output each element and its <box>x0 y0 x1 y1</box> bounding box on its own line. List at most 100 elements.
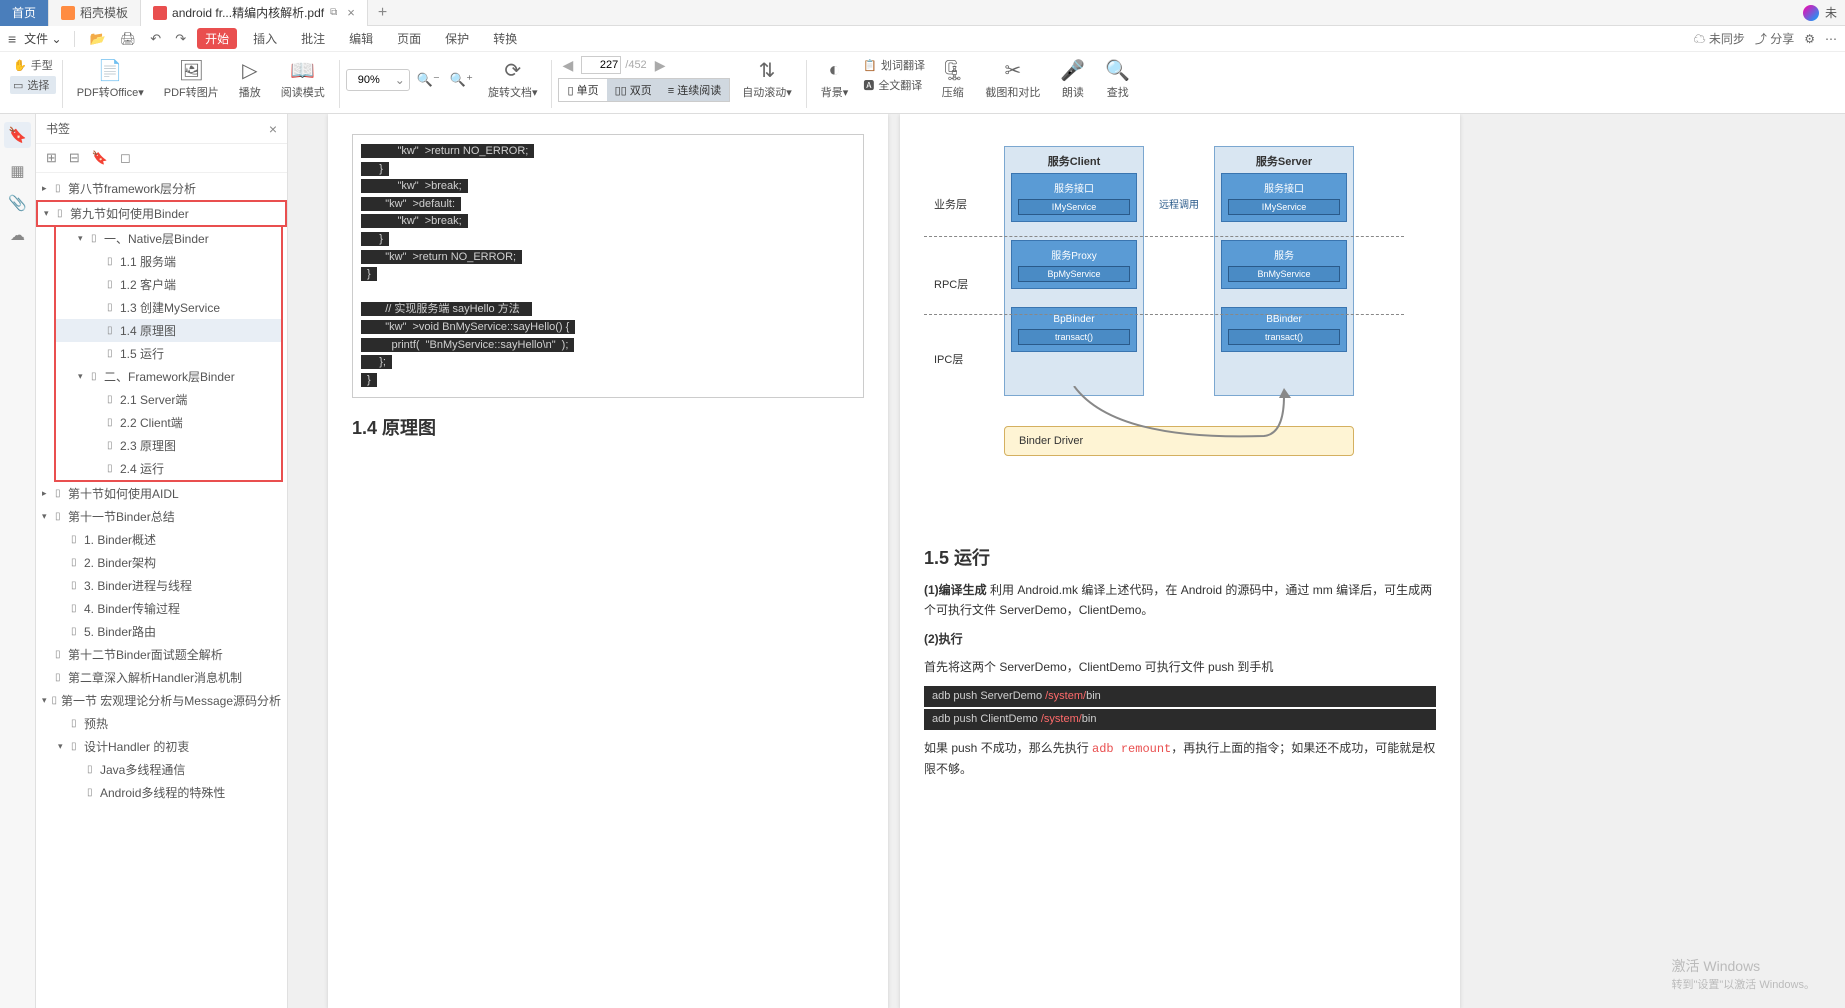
remote-call-label: 远程调用 <box>1159 196 1199 211</box>
thumbnail-icon[interactable]: ▦ <box>10 162 24 180</box>
read-mode[interactable]: 📖阅读模式 <box>273 56 333 102</box>
tree-item[interactable]: ▯4. Binder传输过程 <box>36 597 287 620</box>
file-menu[interactable]: 文件 ⌄ <box>24 30 61 47</box>
bookmark-outline-icon[interactable]: ◻ <box>120 150 131 166</box>
collapse-all-icon[interactable]: ⊟ <box>69 150 80 166</box>
tree-item[interactable]: ▯3. Binder进程与线程 <box>36 574 287 597</box>
tree-label: 1. Binder概述 <box>84 531 156 548</box>
user-area[interactable]: 未 <box>1795 4 1845 21</box>
auto-scroll[interactable]: ⇅自动滚动▾ <box>734 56 800 102</box>
tab-active-pdf[interactable]: android fr...精编内核解析.pdf ⧉ × <box>141 0 368 26</box>
document-viewport[interactable]: "kw">return NO_ERROR; } "kw">break; "kw"… <box>288 114 1845 1008</box>
tree-arrow-icon[interactable]: ▸ <box>42 488 52 499</box>
tree-item[interactable]: ▯Java多线程通信 <box>36 758 287 781</box>
bookmark-panel-icon[interactable]: 🔖 <box>4 122 31 148</box>
cmd-push-server: adb push ServerDemo /system/bin <box>924 686 1436 707</box>
page-input[interactable] <box>581 56 621 74</box>
find[interactable]: 🔍查找 <box>1097 56 1138 102</box>
hand-tool[interactable]: ✋ 手型 <box>10 56 56 74</box>
tree-item[interactable]: ▾▯二、Framework层Binder <box>56 365 281 388</box>
tree-item[interactable]: ▾▯设计Handler 的初衷 <box>36 735 287 758</box>
open-icon[interactable]: 📂 <box>87 31 109 47</box>
zoom-out-icon[interactable]: 🔍⁻ <box>414 72 443 88</box>
close-icon[interactable]: × <box>347 5 355 20</box>
code-line: } <box>361 266 855 284</box>
tree-arrow-icon[interactable]: ▾ <box>78 233 88 244</box>
tree-label: 第九节如何使用Binder <box>70 205 189 222</box>
full-translate[interactable]: 🅰 全文翻译 <box>860 76 928 94</box>
tree-item[interactable]: ▯2. Binder架构 <box>36 551 287 574</box>
background[interactable]: ◐背景▾ <box>813 56 857 102</box>
menu-page[interactable]: 页面 <box>389 28 429 49</box>
tree-item[interactable]: ▯1.1 服务端 <box>56 250 281 273</box>
tab-template[interactable]: 稻壳模板 <box>49 0 141 26</box>
add-bookmark-icon[interactable]: 🔖 <box>92 150 108 166</box>
pdf-to-office[interactable]: 📄PDF转Office▾ <box>69 56 152 102</box>
pdf-to-image[interactable]: 🖼PDF转图片 <box>156 56 227 102</box>
tree-arrow-icon[interactable]: ▾ <box>44 208 54 219</box>
page-prev-icon[interactable]: ◀ <box>558 57 577 74</box>
tree-item[interactable]: ▯2.3 原理图 <box>56 434 281 457</box>
select-tool[interactable]: ▭ 选择 <box>10 76 56 94</box>
zoom-in-icon[interactable]: 🔍⁺ <box>447 72 476 88</box>
tab-home[interactable]: 首页 <box>0 0 49 26</box>
more-icon[interactable]: ⋯ <box>1825 32 1837 46</box>
sel-translate[interactable]: 📋 划词翻译 <box>860 56 928 74</box>
read-aloud[interactable]: 🎤朗读 <box>1052 56 1093 102</box>
single-page[interactable]: ▯ 单页 <box>559 79 606 101</box>
tree-item[interactable]: ▾▯第十一节Binder总结 <box>36 505 287 528</box>
tree-arrow-icon[interactable]: ▾ <box>42 511 52 522</box>
zoom-input[interactable] <box>347 74 391 86</box>
menu-convert[interactable]: 转换 <box>485 28 525 49</box>
tree-item[interactable]: ▯1. Binder概述 <box>36 528 287 551</box>
tree-item[interactable]: ▯2.4 运行 <box>56 457 281 480</box>
compress[interactable]: 🗜压缩 <box>932 56 973 102</box>
tree-item[interactable]: ▯第二章深入解析Handler消息机制 <box>36 666 287 689</box>
hamburger-icon[interactable]: ≡ <box>8 31 16 47</box>
tree-item[interactable]: ▯1.5 运行 <box>56 342 281 365</box>
menu-protect[interactable]: 保护 <box>437 28 477 49</box>
tree-arrow-icon[interactable]: ▾ <box>58 741 68 752</box>
attachment-icon[interactable]: 📎 <box>8 194 27 212</box>
tree-item[interactable]: ▾▯一、Native层Binder <box>56 227 281 250</box>
tree-arrow-icon[interactable]: ▸ <box>42 183 52 194</box>
double-page[interactable]: ▯▯ 双页 <box>607 79 660 101</box>
tree-item[interactable]: ▾▯第九节如何使用Binder <box>36 200 287 227</box>
p-push-desc: 首先将这两个 ServerDemo，ClientDemo 可执行文件 push … <box>924 657 1436 677</box>
share-button[interactable]: ⤴ 分享 <box>1755 30 1794 47</box>
menu-insert[interactable]: 插入 <box>245 28 285 49</box>
page-next-icon[interactable]: ▶ <box>651 57 670 74</box>
tree-item[interactable]: ▾▯第一节 宏观理论分析与Message源码分析 <box>36 689 287 712</box>
zoom-dropdown-icon[interactable]: ⌄ <box>391 73 409 87</box>
tree-item[interactable]: ▸▯第十节如何使用AIDL <box>36 482 287 505</box>
redo-icon[interactable]: ↷ <box>172 31 189 47</box>
expand-all-icon[interactable]: ⊞ <box>46 150 57 166</box>
menu-review[interactable]: 批注 <box>293 28 333 49</box>
menu-start[interactable]: 开始 <box>197 28 237 49</box>
sync-icon[interactable]: ☁ <box>10 226 25 244</box>
print-icon[interactable]: 🖨 <box>117 31 140 47</box>
sidebar-close-icon[interactable]: × <box>269 121 277 137</box>
rotate-doc[interactable]: ⟳旋转文档▾ <box>480 56 546 102</box>
zoom-box[interactable]: ⌄ <box>346 69 410 91</box>
cloud-unsync[interactable]: ☁ 未同步 <box>1694 30 1745 47</box>
tree-item[interactable]: ▯2.1 Server端 <box>56 388 281 411</box>
tree-arrow-icon[interactable]: ▾ <box>78 371 88 382</box>
menu-edit[interactable]: 编辑 <box>341 28 381 49</box>
tree-item[interactable]: ▯Android多线程的特殊性 <box>36 781 287 804</box>
tree-item[interactable]: ▯5. Binder路由 <box>36 620 287 643</box>
tree-item[interactable]: ▯2.2 Client端 <box>56 411 281 434</box>
tree-item[interactable]: ▯1.2 客户端 <box>56 273 281 296</box>
add-tab-button[interactable]: + <box>368 4 397 22</box>
tree-item[interactable]: ▯1.4 原理图 <box>56 319 281 342</box>
tree-item[interactable]: ▸▯第八节framework层分析 <box>36 177 287 200</box>
undo-icon[interactable]: ↶ <box>147 31 164 47</box>
screenshot-compare[interactable]: ✂截图和对比 <box>977 56 1048 102</box>
tree-arrow-icon[interactable]: ▾ <box>42 695 48 706</box>
play-button[interactable]: ▷播放 <box>231 56 269 102</box>
tree-item[interactable]: ▯预热 <box>36 712 287 735</box>
tree-item[interactable]: ▯1.3 创建MyService <box>56 296 281 319</box>
continuous-read[interactable]: ≡ 连续阅读 <box>660 79 729 101</box>
tree-item[interactable]: ▯第十二节Binder面试题全解析 <box>36 643 287 666</box>
gear-icon[interactable]: ⚙ <box>1804 32 1815 46</box>
